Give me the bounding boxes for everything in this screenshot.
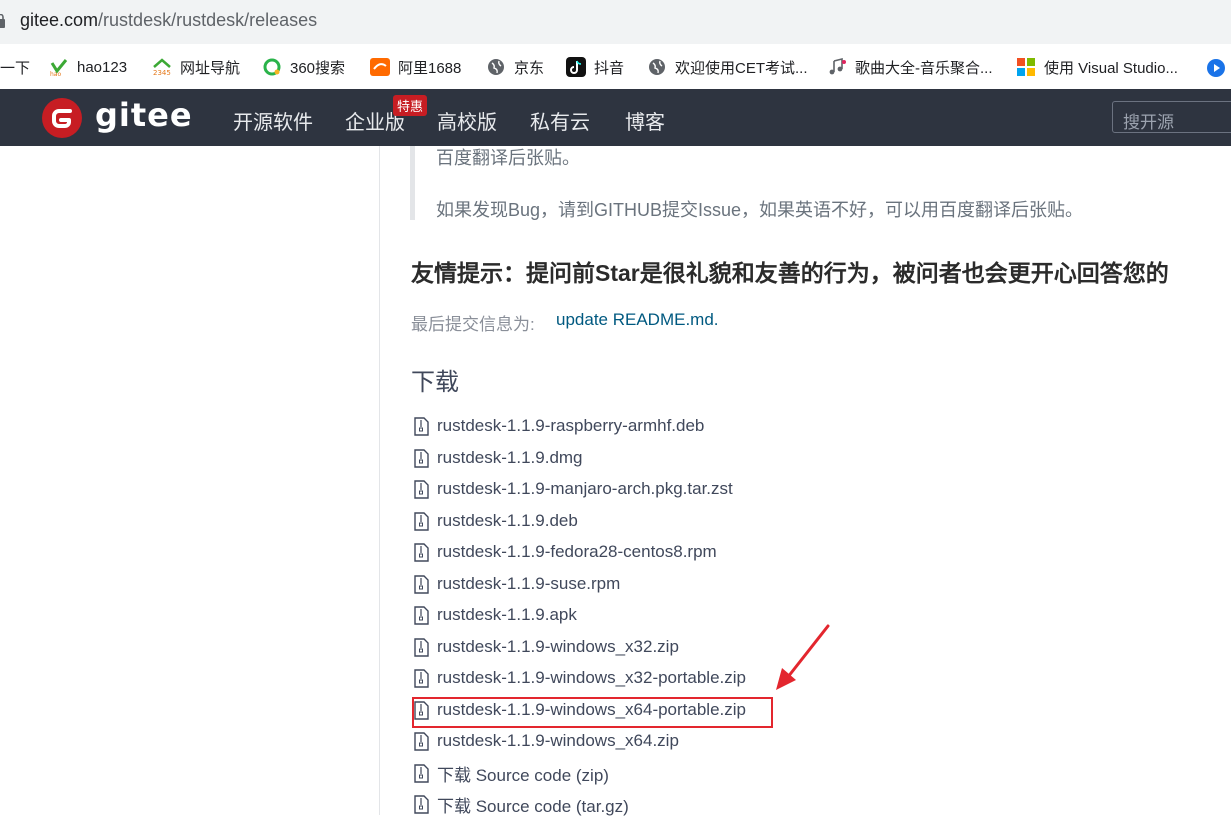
bookmark-item[interactable]: 一下 [0,56,30,78]
downloads-title: 下载 [411,369,459,396]
file-name: rustdesk-1.1.9-windows_x32.zip [437,637,679,656]
bookmark-label: hao123 [77,58,128,76]
file-zip-icon [414,574,429,594]
site-header: gitee 开源软件 企业版 特惠 高校版 私有云 博客 搜开源 [0,89,1231,146]
file-zip-icon [414,668,429,688]
file-name: rustdesk-1.1.9-manjaro-arch.pkg.tar.zst [437,479,733,498]
file-name: rustdesk-1.1.9.dmg [437,448,583,467]
blockquote-bar [410,146,415,220]
bookmarks-bar: 一下 hao hao123 2345 网址导航 360搜索 阿里1688 京东 … [0,44,1231,90]
bookmark-label: 抖音 [594,59,625,77]
file-zip-icon [414,416,429,436]
download-file-link[interactable]: rustdesk-1.1.9-fedora28-centos8.rpm [414,540,717,564]
tip-heading: 友情提示：提问前Star是很礼貌和友善的行为，被问者也会更开心回答您的 [411,260,1169,286]
file-name: rustdesk-1.1.9-windows_x32-portable.zip [437,668,746,687]
download-file-link[interactable]: rustdesk-1.1.9-windows_x64.zip [414,729,679,753]
quote-text: 百度翻译后张贴。 [436,148,580,168]
alibaba-icon [370,58,390,76]
search-input[interactable]: 搜开源 [1112,101,1231,133]
download-file-link[interactable]: rustdesk-1.1.9.dmg [414,446,583,470]
gitee-logo-text[interactable]: gitee [95,96,193,134]
bookmark-1688[interactable]: 阿里1688 [370,56,461,78]
nav-open-source[interactable]: 开源软件 [233,106,313,135]
file-name: rustdesk-1.1.9-raspberry-armhf.deb [437,416,705,435]
url-path: /rustdesk/rustdesk/releases [98,10,318,30]
download-file-link[interactable]: rustdesk-1.1.9-suse.rpm [414,572,620,596]
promo-badge: 特惠 [393,95,428,116]
file-zip-icon [414,605,429,625]
microsoft-icon [1017,58,1035,76]
bookmark-label: 360搜索 [290,59,346,77]
file-zip-icon [414,479,429,499]
download-file-link[interactable]: 下载 Source code (zip) [414,761,609,785]
download-file-link[interactable]: rustdesk-1.1.9-raspberry-armhf.deb [414,414,704,438]
sidebar-divider [379,146,380,815]
2345-icon: 2345 [153,58,171,77]
download-file-link[interactable]: rustdesk-1.1.9.apk [414,603,577,627]
lock-icon[interactable] [0,14,5,28]
file-name: rustdesk-1.1.9.apk [437,605,577,624]
commit-link[interactable]: update README.md. [556,310,719,330]
download-file-link[interactable]: rustdesk-1.1.9-windows_x32-portable.zip [414,666,746,690]
douyin-icon [566,57,586,77]
search-placeholder: 搜开源 [1123,113,1174,132]
bookmark-label: 阿里1688 [398,59,462,77]
globe-icon [488,59,504,75]
hao123-icon: hao [50,59,68,77]
download-file-link[interactable]: rustdesk-1.1.9.deb [414,509,578,533]
svg-text:hao: hao [50,71,61,77]
file-name: 下载 Source code (zip) [437,765,609,785]
quote-text: 如果发现Bug，请到GITHUB提交Issue，如果英语不好，可以用百度翻译后张… [436,200,1084,220]
file-zip-icon [414,448,429,468]
commit-label: 最后提交信息为: [411,315,535,334]
nav-blog[interactable]: 博客 [625,106,665,135]
download-file-link[interactable]: rustdesk-1.1.9-manjaro-arch.pkg.tar.zst [414,477,733,501]
bookmark-360[interactable]: 360搜索 [262,56,345,78]
bookmark-cet[interactable]: 欢迎使用CET考试... [647,56,808,78]
bookmark-2345[interactable]: 2345 网址导航 [152,56,240,78]
file-name: rustdesk-1.1.9-windows_x64.zip [437,731,679,750]
bookmark-label: 歌曲大全-音乐聚合... [855,59,993,77]
bookmark-label: 一下 [0,59,31,77]
nav-private-cloud[interactable]: 私有云 [530,106,590,135]
nav-education[interactable]: 高校版 [437,106,497,135]
play-circle-icon[interactable] [1206,58,1226,78]
address-bar[interactable]: gitee.com/rustdesk/rustdesk/releases [0,0,1231,44]
bookmark-label: 京东 [514,59,545,77]
bookmark-label: 使用 Visual Studio... [1044,59,1178,77]
globe-icon [649,59,665,75]
file-zip-icon [414,511,429,531]
bookmark-music[interactable]: 歌曲大全-音乐聚合... [827,56,993,78]
file-zip-icon [414,542,429,562]
360-search-icon [263,58,281,76]
file-name: 下载 Source code (tar.gz) [437,796,629,816]
bookmark-jd[interactable]: 京东 [486,56,544,78]
annotation-arrow-icon [776,624,830,690]
bookmark-hao123[interactable]: hao hao123 [49,56,127,78]
svg-text:2345: 2345 [153,69,171,77]
download-file-link[interactable]: rustdesk-1.1.9-windows_x32.zip [414,635,679,659]
url-host: gitee.com [20,10,99,30]
bookmark-douyin[interactable]: 抖音 [566,56,624,78]
url-text[interactable]: gitee.com/rustdesk/rustdesk/releases [20,10,317,31]
file-zip-icon [414,731,429,751]
file-zip-icon [414,637,429,657]
annotation-highlight-box [412,697,773,728]
bookmark-label: 欢迎使用CET考试... [675,59,808,77]
bookmark-label: 网址导航 [180,59,241,77]
file-name: rustdesk-1.1.9.deb [437,511,578,530]
bookmark-vs[interactable]: 使用 Visual Studio... [1016,56,1178,78]
file-name: rustdesk-1.1.9-fedora28-centos8.rpm [437,542,717,561]
download-file-link[interactable]: 下载 Source code (tar.gz) [414,792,629,816]
file-zip-icon [414,794,429,814]
gitee-logo-icon[interactable] [42,98,82,138]
music-note-icon [829,57,846,75]
file-name: rustdesk-1.1.9-suse.rpm [437,574,621,593]
file-zip-icon [414,763,429,783]
